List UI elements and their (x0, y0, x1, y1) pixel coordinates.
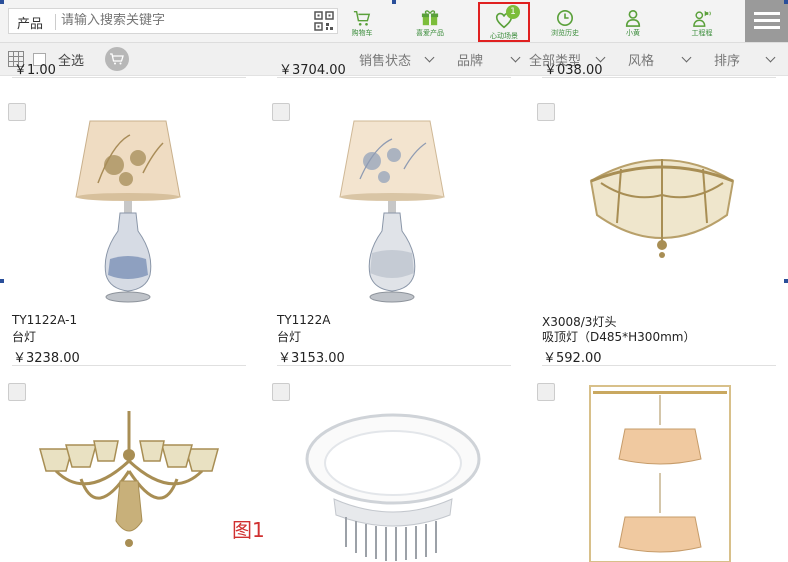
nav-cart[interactable]: 购物车 (334, 0, 390, 42)
filter-brand[interactable]: 品牌 (457, 50, 483, 69)
search-category[interactable]: 产品 (17, 13, 43, 32)
menu-line (754, 19, 780, 22)
figure-label: 图1 (232, 518, 265, 542)
cart-icon (353, 10, 371, 26)
nav-label: 浏览历史 (551, 29, 579, 37)
table-lamp-image (339, 120, 445, 303)
chandelier-image (39, 411, 219, 547)
filter-style[interactable]: 风格 (628, 50, 654, 69)
edge-marker (392, 0, 396, 4)
product-checkbox[interactable] (272, 103, 290, 121)
cart-icon (110, 53, 124, 65)
notification-badge: 1 (506, 5, 520, 19)
product-card[interactable]: X3008/3灯头 吸顶灯（D485*H300mm） ￥592.00 (537, 103, 776, 366)
menu-line (754, 26, 780, 29)
clock-icon (556, 9, 574, 27)
select-all-label[interactable]: 全选 (58, 50, 84, 69)
product-checkbox[interactable] (537, 383, 555, 401)
product-name: 台灯 (277, 330, 302, 344)
product-checkbox[interactable] (537, 103, 555, 121)
nav-scenes[interactable]: 1 心动场景 (478, 2, 530, 42)
filter-sales-status[interactable]: 销售状态 (359, 50, 411, 69)
search-input[interactable] (61, 13, 301, 28)
nav-label: 购物车 (351, 29, 373, 37)
chevron-down-icon[interactable] (681, 52, 692, 63)
product-price-partial: ￥038.00 (544, 64, 603, 76)
product-name: 吸顶灯（D485*H300mm） (542, 330, 696, 344)
filter-bar: 全选 销售状态 品牌 全部类型 风格 排序 (0, 43, 788, 76)
product-card[interactable] (272, 383, 506, 562)
product-price: ￥3238.00 (13, 351, 80, 366)
product-checkbox[interactable] (8, 383, 26, 401)
downlight-image (305, 413, 481, 561)
card-divider (277, 365, 511, 366)
edge-marker (784, 0, 788, 4)
nav-label: 心动场景 (490, 32, 518, 40)
add-to-cart-button[interactable] (105, 47, 129, 71)
pendant-lamp-catalog-image (589, 385, 731, 562)
user-icon (625, 9, 641, 27)
filter-sort[interactable]: 排序 (714, 50, 740, 69)
nav-project[interactable]: 工程程 (674, 0, 730, 42)
product-price-partial: ￥3704.00 (279, 64, 346, 76)
edge-marker (0, 279, 4, 283)
edge-marker (784, 279, 788, 283)
card-divider (12, 77, 246, 78)
product-price: ￥3153.00 (278, 351, 345, 366)
nav-user[interactable]: 小黄 (605, 0, 661, 42)
table-lamp-image (75, 120, 181, 303)
nav-label: 喜爱产品 (416, 29, 444, 37)
product-name: 台灯 (12, 330, 37, 344)
nav-favorites[interactable]: 喜爱产品 (402, 0, 458, 42)
product-checkbox[interactable] (8, 103, 26, 121)
card-divider (12, 365, 246, 366)
chevron-down-icon[interactable] (424, 52, 435, 63)
card-divider (542, 365, 776, 366)
chevron-down-icon[interactable] (510, 52, 521, 63)
product-code: TY1122A-1 (12, 313, 78, 327)
user-speaker-icon (693, 10, 711, 27)
menu-button[interactable] (745, 0, 788, 42)
card-divider (277, 77, 511, 78)
chevron-down-icon[interactable] (765, 52, 776, 63)
chevron-down-icon[interactable] (595, 52, 606, 63)
search-box[interactable]: 产品 (8, 8, 338, 34)
search-divider (55, 14, 56, 30)
qr-code-icon[interactable] (314, 11, 334, 31)
nav-history[interactable]: 浏览历史 (537, 0, 593, 42)
edge-marker (0, 0, 4, 4)
nav-label: 小黄 (626, 29, 640, 37)
product-checkbox[interactable] (272, 383, 290, 401)
gift-icon (421, 10, 439, 26)
product-card[interactable] (537, 383, 771, 562)
menu-line (754, 12, 780, 15)
top-bar: 产品 购物车 喜爱产品 1 (0, 0, 788, 43)
product-card[interactable]: TY1122A 台灯 ￥3153.00 (272, 103, 511, 366)
product-price: ￥592.00 (543, 351, 602, 366)
product-code: TY1122A (277, 313, 331, 327)
ceiling-lamp-image (589, 159, 735, 258)
product-price-partial: ￥1.00 (14, 64, 56, 76)
card-divider (542, 77, 776, 78)
product-card[interactable] (8, 383, 242, 562)
product-card[interactable]: TY1122A-1 台灯 ￥3238.00 (8, 103, 246, 366)
nav-label: 工程程 (691, 29, 713, 37)
